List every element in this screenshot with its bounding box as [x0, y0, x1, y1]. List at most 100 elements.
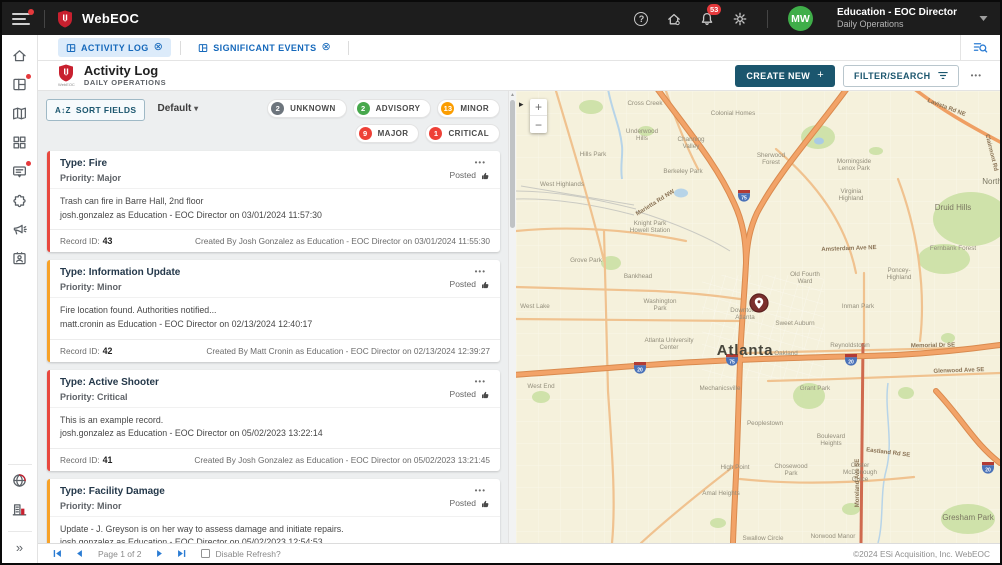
tab-activity-log[interactable]: ACTIVITY LOG ⊗ [58, 38, 171, 57]
board-subtitle: DAILY OPERATIONS [84, 79, 166, 88]
help-icon[interactable]: ? [633, 10, 650, 27]
map-collapse-icon[interactable]: ▸ [519, 99, 524, 110]
hamburger-menu-icon[interactable] [12, 11, 32, 27]
board-logo: WebEOC [58, 64, 75, 87]
svg-text:75: 75 [729, 359, 735, 365]
activity-list-pane: A↕Z SORT FIELDS Default ▾ 2 UNKNOWN [38, 91, 508, 543]
left-sidebar: » [2, 35, 38, 563]
svg-text:Sweet Auburn: Sweet Auburn [775, 320, 815, 327]
svg-text:Memorial Dr SE: Memorial Dr SE [911, 343, 955, 350]
svg-text:Knight ParkHowell Station: Knight ParkHowell Station [630, 220, 671, 234]
record-location-marker[interactable] [750, 294, 768, 312]
sidebar-apps-icon[interactable] [8, 131, 32, 153]
sidebar-maps-icon[interactable] [8, 102, 32, 124]
svg-text:20: 20 [637, 367, 643, 373]
counter-advisory[interactable]: 2 ADVISORY [353, 99, 432, 118]
user-menu-chevron-down-icon[interactable] [979, 15, 988, 22]
sidebar-home-icon[interactable] [8, 44, 32, 66]
sidebar-organization-icon[interactable] [8, 498, 32, 520]
tab-significant-events[interactable]: SIGNIFICANT EVENTS ⊗ [190, 38, 339, 57]
sidebar-plugins-icon[interactable] [8, 189, 32, 211]
svg-text:Norwood Manor: Norwood Manor [811, 533, 856, 540]
activity-record-card[interactable]: Type: Information Update Priority: Minor… [47, 260, 500, 361]
user-incident: Daily Operations [837, 19, 957, 30]
counter-minor[interactable]: 13 MINOR [437, 99, 500, 118]
disable-refresh-checkbox[interactable] [201, 549, 210, 558]
tab-label: ACTIVITY LOG [81, 43, 149, 53]
sidebar-expand-icon[interactable]: » [16, 536, 23, 563]
zoom-in-button[interactable]: + [530, 99, 547, 116]
scrollbar-thumb[interactable] [510, 100, 515, 228]
divider [8, 464, 32, 465]
record-priority: Priority: Critical [60, 392, 159, 402]
previous-page-button[interactable] [74, 548, 85, 559]
chevron-down-icon: ▾ [194, 104, 198, 113]
counter-major[interactable]: 9 MAJOR [355, 124, 420, 143]
divider [180, 41, 181, 55]
divider [767, 10, 768, 28]
svg-text:Peoplestown: Peoplestown [747, 420, 784, 427]
posted-label: Posted [450, 170, 476, 180]
sort-order-dropdown[interactable]: Default ▾ [157, 103, 198, 114]
sidebar-locale-globe-icon[interactable] [8, 469, 32, 491]
atlanta-map[interactable]: 7575202020 West HighlandsHills ParkCross… [516, 91, 1000, 543]
list-scrollbar[interactable]: ▲ [508, 91, 516, 543]
activity-record-card[interactable]: Type: Active Shooter Priority: Critical … [47, 370, 500, 471]
next-page-button[interactable] [154, 548, 165, 559]
svg-text:Grove Park: Grove Park [570, 257, 603, 264]
last-page-button[interactable] [176, 548, 187, 559]
divider [44, 10, 45, 28]
user-role: Education - EOC Director [837, 7, 957, 20]
tab-close-icon[interactable]: ⊗ [321, 42, 331, 53]
sidebar-contacts-icon[interactable] [8, 247, 32, 269]
sidebar-announcements-icon[interactable] [8, 218, 32, 240]
create-new-button[interactable]: CREATE NEW+ [735, 65, 835, 87]
filter-icon [938, 71, 948, 80]
record-type: Type: Fire [60, 158, 121, 169]
svg-text:Inman Park: Inman Park [842, 303, 875, 310]
record-created-by: Created By Josh Gonzalez as Education - … [194, 455, 490, 465]
sort-fields-button[interactable]: A↕Z SORT FIELDS [46, 99, 145, 121]
svg-text:Oakland: Oakland [774, 350, 798, 357]
board-more-menu-icon[interactable]: ••• [967, 71, 986, 80]
workspace: A↕Z SORT FIELDS Default ▾ 2 UNKNOWN [38, 91, 1000, 543]
svg-text:Cross Creek: Cross Creek [628, 100, 664, 107]
bottom-bar: Page 1 of 2 Disable Refresh? ©2024 ESi A… [38, 543, 1000, 563]
activity-record-card[interactable]: Type: Fire Priority: Major ••• Posted [47, 151, 500, 252]
map-zoom-control: + − [530, 99, 547, 133]
counter-unknown[interactable]: 2 UNKNOWN [267, 99, 346, 118]
svg-text:Mechanicsville: Mechanicsville [700, 385, 741, 392]
sidebar-boards-icon[interactable] [8, 73, 32, 95]
menu-notification-dot [28, 9, 34, 15]
svg-text:Moreland Ave SE: Moreland Ave SE [855, 459, 861, 508]
activity-record-card[interactable]: Type: Facility Damage Priority: Minor ••… [47, 479, 500, 543]
scroll-up-arrow[interactable]: ▲ [509, 92, 516, 98]
board-header: WebEOC Activity Log DAILY OPERATIONS CRE… [38, 61, 1000, 91]
zoom-out-button[interactable]: − [530, 116, 547, 133]
disable-refresh-label: Disable Refresh? [215, 549, 280, 559]
page-indicator: Page 1 of 2 [98, 549, 141, 559]
settings-gear-icon[interactable] [732, 10, 749, 27]
svg-text:MorningsideLenox Park: MorningsideLenox Park [837, 158, 872, 172]
map-pane[interactable]: ▸ + − [516, 91, 1000, 543]
filter-search-button[interactable]: FILTER/SEARCH [843, 65, 959, 87]
tab-close-icon[interactable]: ⊗ [154, 42, 164, 53]
thumbs-up-icon [480, 389, 490, 399]
sort-az-icon: A↕Z [55, 106, 71, 115]
user-avatar[interactable]: MW [788, 6, 813, 31]
notifications-bell-icon[interactable]: 53 [699, 10, 716, 27]
svg-text:Amal Heights: Amal Heights [702, 490, 739, 497]
first-page-button[interactable] [52, 548, 63, 559]
search-records-icon[interactable] [960, 35, 1000, 60]
disable-refresh-control[interactable]: Disable Refresh? [201, 549, 280, 559]
record-more-menu-icon[interactable]: ••• [471, 377, 490, 386]
record-more-menu-icon[interactable]: ••• [471, 486, 490, 495]
sidebar-message-board-icon[interactable] [8, 160, 32, 182]
home-icon[interactable] [666, 10, 683, 27]
user-context[interactable]: Education - EOC Director Daily Operation… [837, 7, 957, 31]
notification-count-badge: 53 [707, 4, 721, 15]
svg-text:VirginiaHighland: VirginiaHighland [839, 188, 864, 202]
counter-critical[interactable]: 1 CRITICAL [425, 124, 500, 143]
record-more-menu-icon[interactable]: ••• [471, 158, 490, 167]
record-more-menu-icon[interactable]: ••• [471, 267, 490, 276]
